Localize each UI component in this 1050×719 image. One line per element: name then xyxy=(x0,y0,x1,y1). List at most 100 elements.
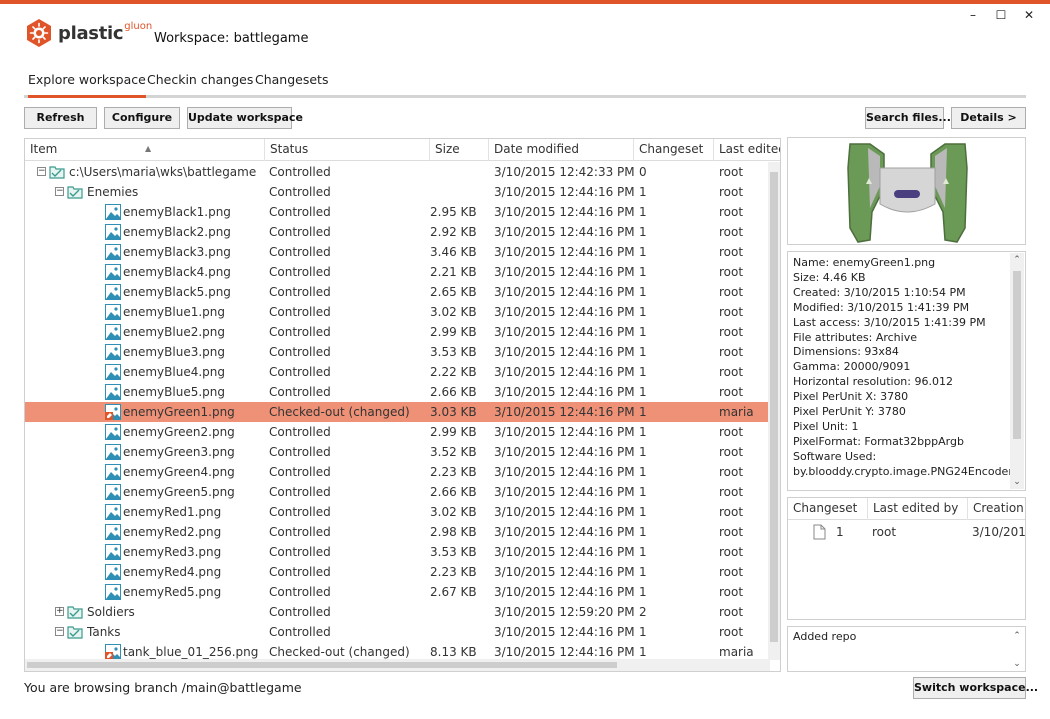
refresh-button[interactable]: Refresh xyxy=(24,107,97,129)
table-row[interactable]: enemyBlue3.png Controlled 3.53 KB 3/10/2015… xyxy=(25,342,770,362)
history-row[interactable]: 1 root 3/10/2015 xyxy=(788,522,1025,542)
table-row[interactable]: enemyGreen1.png Checked-out (changed) 3.03… xyxy=(25,402,770,422)
workspace-file-list[interactable]: Item ▲ Status Size Date modified Changes… xyxy=(24,138,781,672)
item-date: 3/10/2015 12:44:16 PM xyxy=(494,205,634,219)
table-row[interactable]: enemyBlack3.png Controlled 3.46 KB 3/10/201… xyxy=(25,242,770,262)
history-column-last-edited-by[interactable]: Last edited by xyxy=(868,498,968,520)
table-row[interactable]: − Enemies Controlled 3/10/2015 12:44:16 PM 1… xyxy=(25,182,770,202)
table-row[interactable]: enemyBlack2.png Controlled 2.92 KB 3/10/201… xyxy=(25,222,770,242)
item-changeset: 1 xyxy=(639,245,647,259)
tab-changesets[interactable]: Changesets xyxy=(255,72,328,95)
controlled-folder-icon xyxy=(67,624,83,640)
collapse-icon[interactable]: − xyxy=(37,167,46,176)
column-header-size[interactable]: Size xyxy=(430,139,489,161)
column-header-date-modified[interactable]: Date modified xyxy=(489,139,634,161)
item-changeset: 1 xyxy=(639,505,647,519)
item-date: 3/10/2015 12:44:16 PM xyxy=(494,265,634,279)
item-status: Controlled xyxy=(269,605,331,619)
collapse-icon[interactable]: − xyxy=(55,187,64,196)
scroll-down-icon[interactable]: ⌄ xyxy=(1010,477,1024,487)
table-row[interactable]: enemyBlack1.png Controlled 2.95 KB 3/10/201… xyxy=(25,202,770,222)
minimize-button[interactable]: – xyxy=(966,8,980,22)
tab-checkin-changes[interactable]: Checkin changes xyxy=(147,72,253,95)
item-name: enemyBlack3.png xyxy=(123,245,231,259)
item-changeset: 0 xyxy=(639,165,647,179)
table-row[interactable]: enemyBlack5.png Controlled 2.65 KB 3/10/201… xyxy=(25,282,770,302)
item-status: Controlled xyxy=(269,365,331,379)
item-name: enemyRed5.png xyxy=(123,585,222,599)
item-status: Controlled xyxy=(269,285,331,299)
configure-button[interactable]: Configure xyxy=(104,107,180,129)
item-date: 3/10/2015 12:44:16 PM xyxy=(494,445,634,459)
switch-workspace-button[interactable]: Switch workspace... xyxy=(913,677,1038,699)
checked-out-image-file-icon xyxy=(105,644,121,660)
column-header-changeset[interactable]: Changeset xyxy=(634,139,714,161)
column-header-item[interactable]: Item ▲ xyxy=(25,139,265,161)
item-status: Controlled xyxy=(269,525,331,539)
table-row[interactable]: enemyBlue4.png Controlled 2.22 KB 3/10/2015… xyxy=(25,362,770,382)
list-vertical-scroll-thumb[interactable] xyxy=(770,172,778,642)
maximize-button[interactable]: ☐ xyxy=(994,8,1008,22)
item-status: Controlled xyxy=(269,585,331,599)
item-date: 3/10/2015 12:44:16 PM xyxy=(494,385,634,399)
table-row[interactable]: enemyGreen2.png Controlled 2.99 KB 3/10/201… xyxy=(25,422,770,442)
collapse-icon[interactable]: − xyxy=(55,627,64,636)
item-name: Tanks xyxy=(87,625,121,639)
update-workspace-button[interactable]: Update workspace xyxy=(187,107,303,129)
item-size: 2.99 KB xyxy=(430,425,476,439)
column-header-status[interactable]: Status xyxy=(265,139,430,161)
table-row[interactable]: enemyRed4.png Controlled 2.23 KB 3/10/2015 … xyxy=(25,562,770,582)
item-size: 2.66 KB xyxy=(430,385,476,399)
item-name: enemyBlue3.png xyxy=(123,345,226,359)
comment-scroll-up-icon[interactable]: ⌃ xyxy=(1010,631,1024,641)
table-row[interactable]: enemyRed1.png Controlled 3.02 KB 3/10/2015 … xyxy=(25,502,770,522)
table-row[interactable]: enemyRed3.png Controlled 3.53 KB 3/10/2015 … xyxy=(25,542,770,562)
main-tabs: Explore workspace Checkin changes Change… xyxy=(24,72,1026,98)
table-row[interactable]: + Soldiers Controlled 3/10/2015 12:59:20 PM… xyxy=(25,602,770,622)
item-name: enemyBlack5.png xyxy=(123,285,231,299)
table-row[interactable]: enemyGreen5.png Controlled 2.66 KB 3/10/201… xyxy=(25,482,770,502)
details-button[interactable]: Details > xyxy=(951,107,1026,129)
list-horizontal-scroll-thumb[interactable] xyxy=(27,662,617,668)
item-status: Controlled xyxy=(269,445,331,459)
history-column-changeset[interactable]: Changeset xyxy=(788,498,868,520)
scroll-up-icon[interactable]: ⌃ xyxy=(1010,255,1024,265)
table-row[interactable]: enemyRed5.png Controlled 2.67 KB 3/10/2015 … xyxy=(25,582,770,602)
close-button[interactable]: ✕ xyxy=(1022,8,1036,22)
item-size xyxy=(430,622,476,642)
plastic-logo-icon xyxy=(27,19,51,47)
item-edited: root xyxy=(719,585,744,599)
details-scrollbar[interactable]: ⌃ ⌄ xyxy=(1010,253,1024,489)
history-column-creation-date[interactable]: Creation d xyxy=(968,498,1025,520)
table-row[interactable]: enemyBlack4.png Controlled 2.21 KB 3/10/201… xyxy=(25,262,770,282)
column-header-last-edited[interactable]: Last edited xyxy=(714,139,780,161)
file-details-panel[interactable]: Name: enemyGreen1.png Size: 4.46 KB Create… xyxy=(787,251,1026,491)
table-row[interactable]: − Tanks Controlled 3/10/2015 12:44:16 PM 1 ro… xyxy=(25,622,770,642)
detail-line: Pixel PerUnit Y: 3780 xyxy=(793,405,906,419)
item-changeset: 1 xyxy=(639,345,647,359)
details-scroll-thumb[interactable] xyxy=(1013,271,1021,439)
table-row[interactable]: enemyGreen4.png Controlled 2.23 KB 3/10/201… xyxy=(25,462,770,482)
item-edited: root xyxy=(719,505,744,519)
search-files-button[interactable]: Search files... xyxy=(865,107,951,129)
table-row[interactable]: enemyBlue5.png Controlled 2.66 KB 3/10/2015… xyxy=(25,382,770,402)
table-row[interactable]: − c:\Users\maria\wks\battlegame Controlled… xyxy=(25,162,770,182)
expand-icon[interactable]: + xyxy=(55,607,64,616)
table-row[interactable]: enemyBlue2.png Controlled 2.99 KB 3/10/2015… xyxy=(25,322,770,342)
tab-explore-workspace[interactable]: Explore workspace xyxy=(28,72,146,98)
item-status: Controlled xyxy=(269,505,331,519)
item-size: 3.02 KB xyxy=(430,305,476,319)
item-edited: root xyxy=(719,245,744,259)
list-vertical-scrollbar[interactable] xyxy=(768,162,780,660)
list-horizontal-scrollbar[interactable] xyxy=(25,659,770,671)
comment-scrollbar[interactable]: ⌃ ⌄ xyxy=(1010,629,1024,671)
item-name: enemyBlack2.png xyxy=(123,225,231,239)
item-date: 3/10/2015 12:44:16 PM xyxy=(494,585,634,599)
item-name: enemyGreen3.png xyxy=(123,445,235,459)
item-date: 3/10/2015 12:44:16 PM xyxy=(494,525,634,539)
table-row[interactable]: enemyRed2.png Controlled 2.98 KB 3/10/2015 … xyxy=(25,522,770,542)
item-changeset: 1 xyxy=(639,425,647,439)
table-row[interactable]: enemyBlue1.png Controlled 3.02 KB 3/10/2015… xyxy=(25,302,770,322)
comment-scroll-down-icon[interactable]: ⌄ xyxy=(1010,659,1024,669)
table-row[interactable]: enemyGreen3.png Controlled 3.52 KB 3/10/201… xyxy=(25,442,770,462)
